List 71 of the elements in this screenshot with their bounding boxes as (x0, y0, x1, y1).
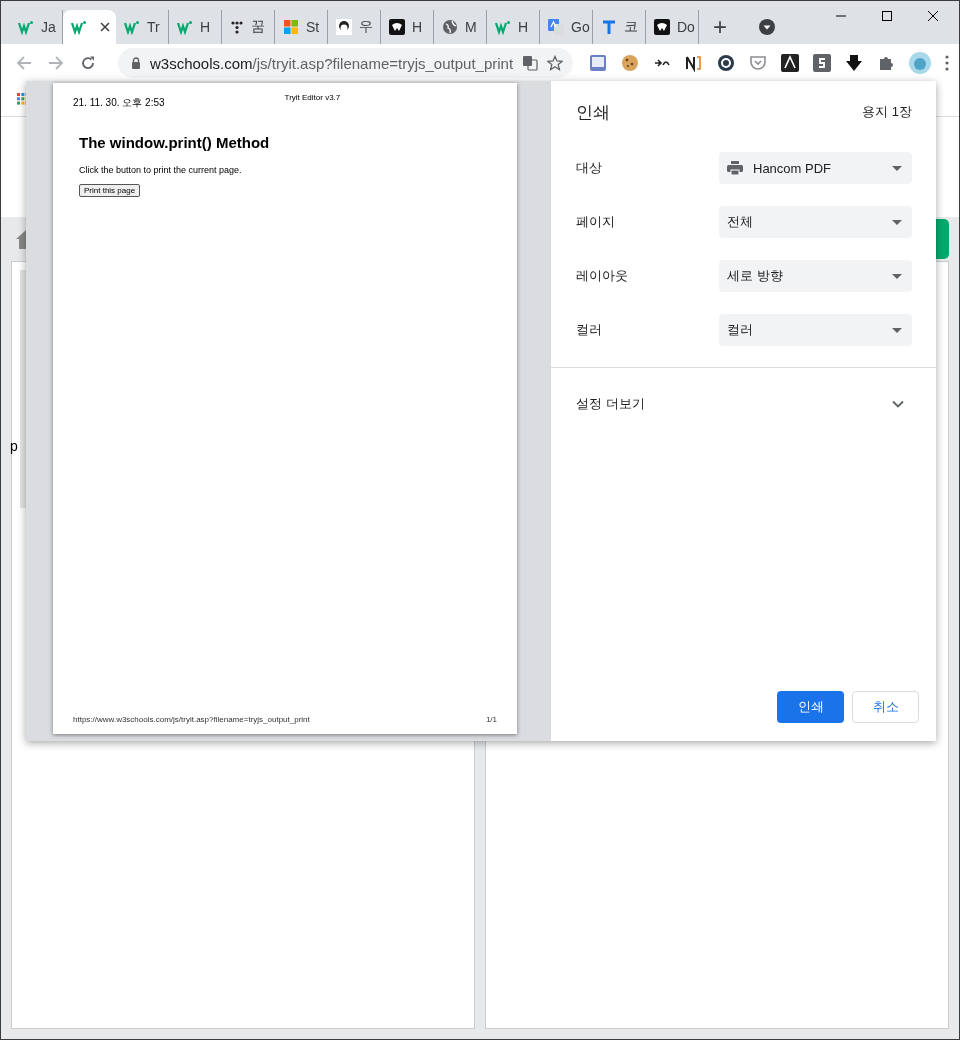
tab-title: 우 (359, 18, 373, 36)
option-label: 페이지 (576, 213, 616, 231)
maximize-icon[interactable] (881, 10, 893, 22)
printer-icon (727, 161, 743, 175)
reload-icon[interactable] (80, 55, 96, 71)
dialog-title: 인쇄 (576, 101, 610, 124)
w3-icon (177, 19, 193, 35)
globe-icon (442, 19, 458, 35)
tab-title: Tr (147, 19, 160, 35)
tab-title: M (465, 19, 477, 35)
w3-icon (71, 19, 87, 35)
option-dropdown[interactable]: 전체 (719, 206, 912, 238)
print-title: Tryit Editor v3.7 (284, 93, 341, 104)
option-dropdown[interactable]: 컬러 (719, 314, 912, 346)
option-dropdown[interactable]: Hancom PDF (719, 152, 912, 184)
caret-icon (892, 273, 902, 279)
caret-icon (892, 165, 902, 171)
close-icon[interactable] (100, 22, 110, 32)
star-icon[interactable] (547, 55, 564, 71)
translate-icon (548, 19, 564, 35)
close-icon[interactable] (927, 10, 939, 22)
circle-logo-icon[interactable] (717, 54, 736, 72)
dictionary-icon[interactable] (589, 54, 608, 72)
puzzle-icon[interactable] (877, 54, 896, 72)
squares-icon (283, 19, 299, 35)
tab-title: Go (571, 19, 590, 35)
cookie-icon[interactable] (621, 54, 640, 72)
menu-icon[interactable] (945, 55, 950, 71)
tab-title: 코 (624, 18, 638, 36)
tab-title: H (200, 19, 211, 35)
caret-icon (892, 327, 902, 333)
tab-title: St (306, 19, 320, 35)
dropdown-icon[interactable] (759, 19, 775, 35)
option-label: 레이아웃 (576, 267, 629, 285)
w3-icon (124, 19, 140, 35)
more-settings-toggle[interactable]: 설정 더보기 (576, 368, 912, 440)
translate-icon[interactable] (522, 55, 539, 71)
print-url: https://www.w3schools.com/js/tryit.asp?filename=tryjs_output_print (73, 715, 310, 724)
option-label: 대상 (576, 159, 603, 177)
print-date: 21. 11. 30. 오후 2:53 (73, 96, 165, 110)
triangle-logo-icon[interactable] (781, 54, 800, 72)
tab-title: H (412, 19, 423, 35)
chevron-icon (892, 400, 904, 408)
cancel-button[interactable]: 취소 (852, 691, 919, 723)
address-bar[interactable]: w3schools.com/js/tryit.asp?filename=tryjs_output_print (118, 48, 574, 78)
w3-icon (495, 19, 511, 35)
page-number: 1/1 (485, 715, 497, 724)
print-button[interactable]: 인쇄 (777, 691, 844, 723)
square-logo-icon[interactable] (813, 54, 832, 72)
caret-icon (892, 219, 902, 225)
tab-title: Do (677, 19, 695, 35)
tab-title: Ja (41, 19, 56, 35)
bracket-icon[interactable] (685, 54, 704, 72)
pocket-icon[interactable] (749, 54, 768, 72)
tab-title: 꿈 (251, 18, 265, 36)
letter-t-icon (601, 19, 617, 35)
option-dropdown[interactable]: 세로 방향 (719, 260, 912, 292)
page-paragraph: Click the button to print the current page. (79, 165, 243, 175)
url-text: w3schools.com/js/tryit.asp?filename=tryjs_output_print (150, 54, 514, 72)
page-heading: The window.print() Method (79, 134, 271, 151)
tab-title: H (518, 19, 529, 35)
new-tab-button[interactable]: + (713, 15, 727, 39)
down-arrow-icon[interactable] (845, 54, 864, 72)
sheet-count: 용지 1장 (862, 103, 912, 121)
dots-icon (230, 20, 244, 34)
option-label: 컬러 (576, 321, 603, 339)
logo-icon (654, 19, 670, 35)
lock-icon (131, 57, 141, 69)
code-text: p (10, 438, 18, 454)
w3-icon (18, 19, 34, 35)
logo-icon (389, 19, 405, 35)
